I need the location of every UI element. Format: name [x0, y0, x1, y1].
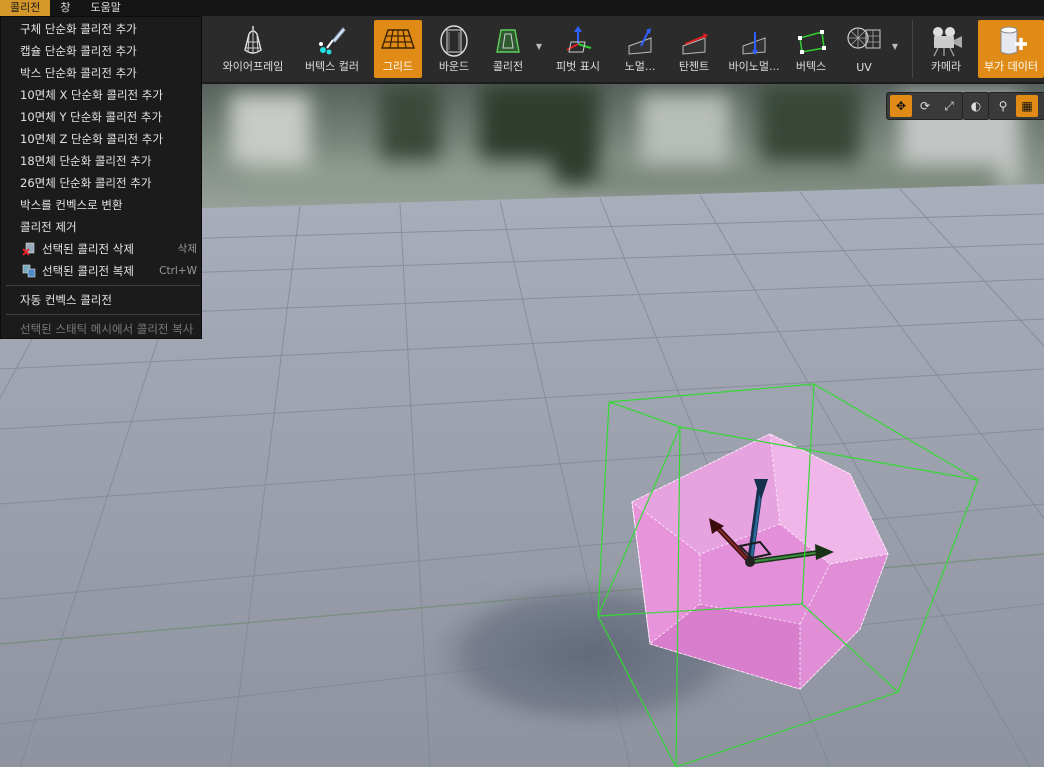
menu-separator — [6, 314, 200, 315]
duplicate-collision-icon — [22, 264, 36, 278]
surface-snap-icon[interactable]: ⚲ — [992, 95, 1014, 117]
menu-item-add-18dop[interactable]: 18면체 단순화 콜리전 추가 — [1, 151, 201, 171]
collision-icon — [496, 29, 520, 53]
grid-button[interactable]: 그리드 — [374, 20, 422, 78]
menu-collision[interactable]: 콜리전 — [0, 0, 51, 16]
menu-item-remove-collision[interactable]: 콜리전 제거 — [1, 217, 201, 237]
menu-bar: 콜리전 창 도움말 — [0, 0, 1044, 16]
vertices-button[interactable]: 버텍스 — [790, 20, 832, 78]
snap-controls: ⚲ ▦ — [988, 92, 1044, 120]
menu-item-add-box[interactable]: 박스 단순화 콜리전 추가 — [1, 63, 201, 83]
grid-icon — [381, 29, 415, 49]
menu-window[interactable]: 창 — [50, 0, 80, 16]
scale-icon[interactable]: ⤢ — [938, 95, 960, 117]
uv-dropdown-chevron-icon[interactable]: ▼ — [892, 42, 898, 51]
vertex-color-icon — [319, 27, 346, 55]
wireframe-button[interactable]: 와이어프레임 — [218, 20, 288, 78]
menu-item-add-26dop[interactable]: 26면체 단순화 콜리전 추가 — [1, 173, 201, 193]
tangents-button[interactable]: 탄젠트 — [672, 20, 716, 78]
normals-icon — [628, 28, 652, 55]
menu-item-auto-convex[interactable]: 자동 컨벡스 콜리전 — [1, 290, 201, 310]
uv-icon — [847, 27, 881, 49]
menu-item-copy-from-selected: 선택된 스태틱 메시에서 콜리전 복사 — [20, 322, 194, 336]
menu-item-add-sphere[interactable]: 구체 단순화 콜리전 추가 — [1, 19, 201, 39]
toolbar-separator — [912, 20, 913, 78]
rotate-icon[interactable]: ⟳ — [914, 95, 936, 117]
transform-tools: ✥ ⟳ ⤢ — [886, 92, 964, 120]
camera-icon — [933, 27, 962, 57]
pivot-icon — [566, 26, 592, 53]
pivot-button[interactable]: 피벗 표시 — [550, 20, 606, 78]
world-local-icon[interactable]: ◐ — [966, 95, 986, 117]
menu-separator — [6, 285, 200, 286]
menu-item-delete-selected[interactable]: 선택된 콜리전 삭제 삭제 — [1, 239, 201, 259]
translate-icon[interactable]: ✥ — [890, 95, 912, 117]
collision-button[interactable]: 콜리전 ▼ — [484, 20, 542, 78]
menu-help[interactable]: 도움말 — [81, 0, 131, 16]
bounds-icon — [440, 25, 468, 57]
binormals-icon — [742, 32, 766, 55]
vertex-color-button[interactable]: 버텍스 컬러 — [298, 20, 366, 78]
binormals-button[interactable]: 바이노멀... — [726, 20, 782, 78]
view-mode-control: ◐ — [962, 92, 990, 120]
menu-item-add-10dop-x[interactable]: 10면체 X 단순화 콜리전 추가 — [1, 85, 201, 105]
grid-snap-icon[interactable]: ▦ — [1016, 95, 1038, 117]
menu-item-add-capsule[interactable]: 캡슐 단순화 콜리전 추가 — [1, 41, 201, 61]
wireframe-icon — [244, 26, 262, 54]
additional-data-button[interactable]: 부가 데이터 — [978, 20, 1044, 78]
menu-item-add-10dop-z[interactable]: 10면체 Z 단순화 콜리전 추가 — [1, 129, 201, 149]
camera-button[interactable]: 카메라 — [920, 20, 972, 78]
additional-data-icon — [1000, 26, 1027, 55]
menu-item-add-10dop-y[interactable]: 10면체 Y 단순화 콜리전 추가 — [1, 107, 201, 127]
delete-collision-icon — [22, 242, 35, 256]
uv-button[interactable]: UV ▼ — [840, 20, 898, 78]
menu-item-convert-boxes[interactable]: 박스를 컨벡스로 변환 — [1, 195, 201, 215]
tangents-icon — [682, 33, 708, 55]
vertices-icon — [798, 30, 826, 54]
normals-button[interactable]: 노멀... — [618, 20, 662, 78]
collision-menu: 구체 단순화 콜리전 추가 캡슐 단순화 콜리전 추가 박스 단순화 콜리전 추… — [0, 16, 202, 339]
menu-item-duplicate-selected[interactable]: 선택된 콜리전 복제 Ctrl+W — [1, 261, 201, 281]
bounds-button[interactable]: 바운드 — [430, 20, 478, 78]
collision-dropdown-chevron-icon[interactable]: ▼ — [536, 42, 542, 51]
